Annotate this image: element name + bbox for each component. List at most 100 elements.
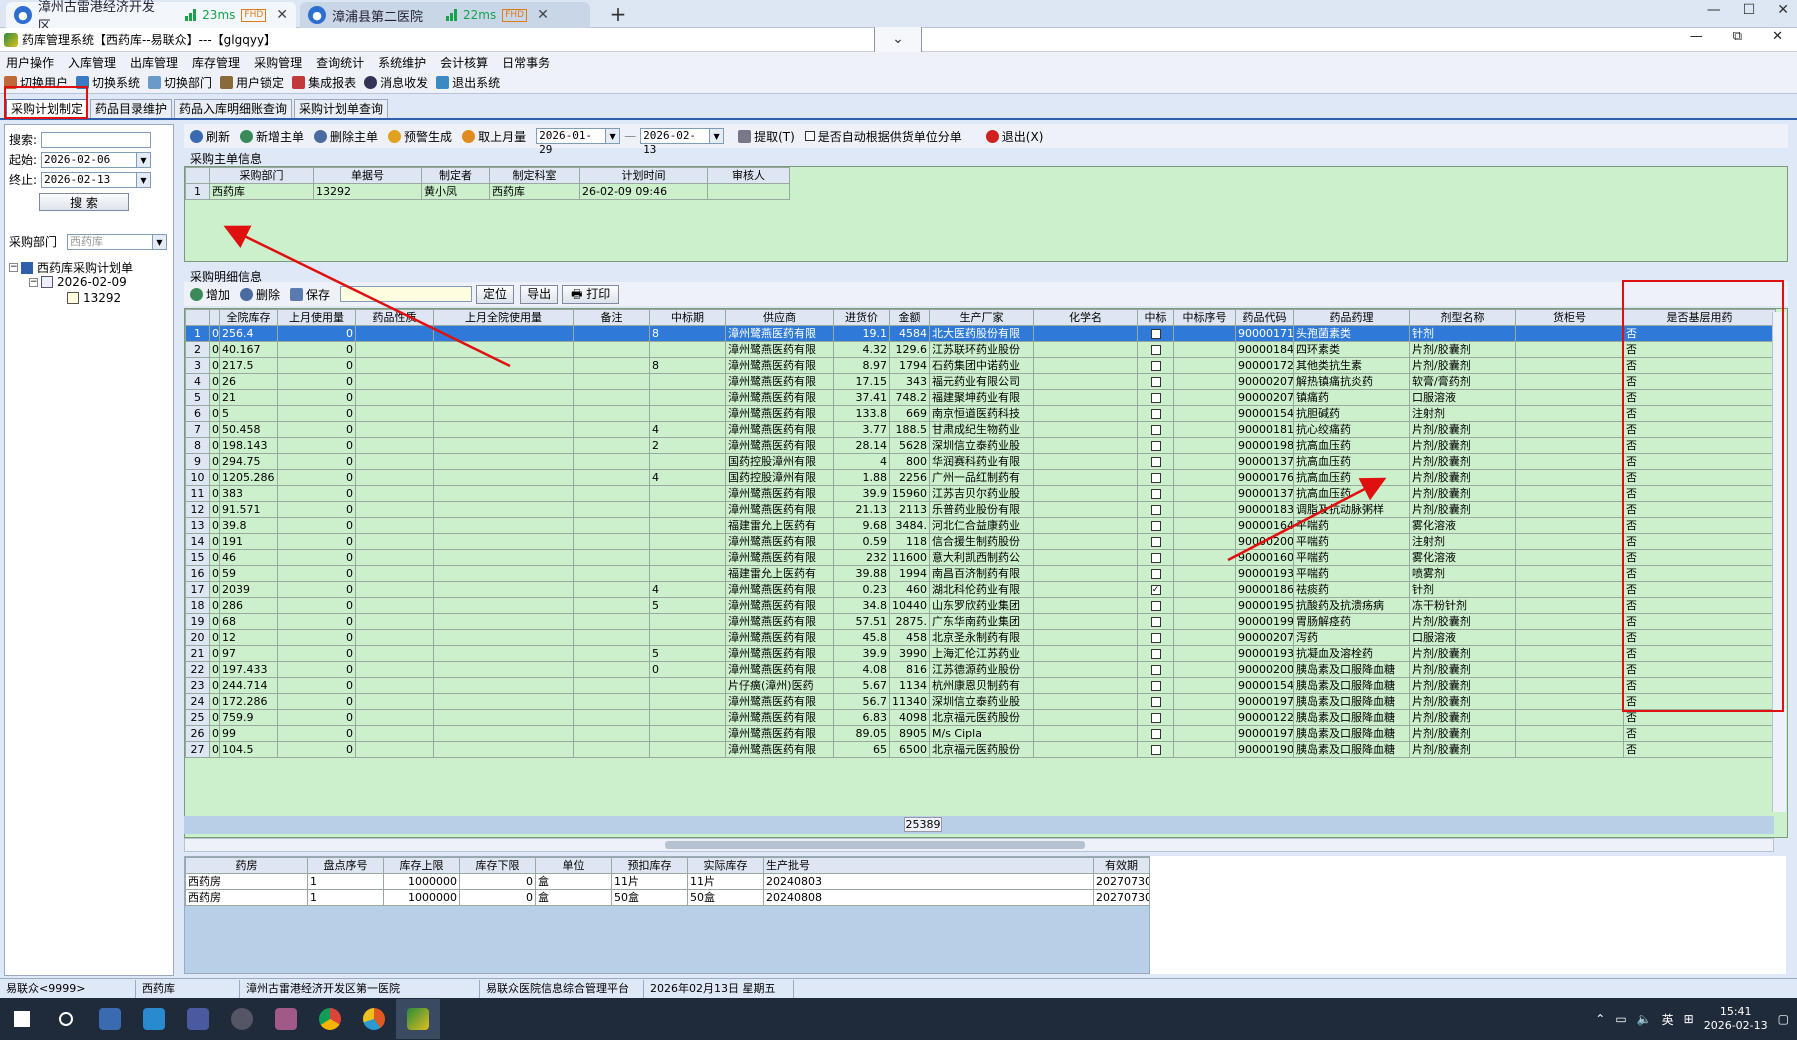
cell[interactable]: 漳州鹭燕医药有限 — [725, 421, 834, 438]
cell[interactable] — [573, 453, 650, 470]
cell[interactable] — [573, 741, 650, 758]
bid-checkbox-cell[interactable] — [1137, 501, 1174, 518]
checkbox-icon[interactable] — [1150, 441, 1161, 451]
cell[interactable]: 0 — [277, 373, 356, 390]
cell[interactable]: 0 — [209, 533, 220, 550]
cell[interactable]: 南昌百济制药有限 — [929, 565, 1034, 582]
cell[interactable]: 90000154 — [1235, 677, 1294, 694]
bid-checkbox-cell[interactable] — [1137, 437, 1174, 454]
cell[interactable]: 1794 — [889, 357, 930, 374]
cell[interactable] — [1173, 501, 1236, 518]
cell[interactable]: 乐普药业股份有限 — [929, 501, 1034, 518]
cell[interactable] — [1173, 741, 1236, 758]
cell[interactable]: 软膏/膏药剂 — [1409, 373, 1516, 390]
cell[interactable] — [1173, 325, 1236, 342]
calendar-dropdown-icon[interactable]: ▼ — [137, 151, 151, 168]
cell[interactable] — [433, 357, 574, 374]
cell[interactable] — [355, 485, 434, 502]
cell[interactable]: 盒 — [535, 873, 612, 890]
cell[interactable] — [355, 405, 434, 422]
cell[interactable]: 漳州鹭燕医药有限 — [725, 741, 834, 758]
checkbox-icon[interactable]: ✓ — [1150, 585, 1161, 595]
cell[interactable]: 0 — [277, 485, 356, 502]
cell[interactable] — [649, 405, 726, 422]
cell[interactable] — [1033, 533, 1138, 550]
ime-lang[interactable]: 英 — [1662, 1011, 1674, 1028]
cell[interactable] — [1173, 549, 1236, 566]
checkbox-icon[interactable] — [1150, 617, 1161, 627]
cell[interactable]: 盒 — [535, 889, 612, 906]
cell[interactable]: 50盒 — [687, 889, 764, 906]
cell[interactable]: 上海汇伦江苏药业 — [929, 645, 1034, 662]
cell[interactable]: 90000207 — [1235, 629, 1294, 646]
delete-master-button[interactable]: 删除主单 — [314, 128, 378, 145]
cell[interactable] — [1515, 741, 1624, 758]
cell[interactable]: 漳州鹭燕医药有限 — [725, 405, 834, 422]
search-icon[interactable] — [44, 999, 88, 1039]
cell[interactable] — [1515, 645, 1624, 662]
cell[interactable] — [1033, 725, 1138, 742]
cell[interactable] — [355, 741, 434, 758]
cell[interactable] — [1515, 453, 1624, 470]
cell[interactable]: 383 — [219, 485, 278, 502]
cell[interactable]: 国药控股漳州有限 — [725, 453, 834, 470]
cell[interactable] — [1173, 437, 1236, 454]
cell[interactable]: 90000137 — [1235, 453, 1294, 470]
bid-checkbox-cell[interactable] — [1137, 453, 1174, 470]
cell[interactable]: 0 — [209, 565, 220, 582]
bid-checkbox-cell[interactable] — [1137, 661, 1174, 678]
cell[interactable]: 口服溶液 — [1409, 389, 1516, 406]
chevron-down-icon[interactable]: ▼ — [153, 233, 167, 250]
cell[interactable] — [649, 549, 726, 566]
messages-button[interactable]: 消息收发 — [364, 74, 428, 91]
cell[interactable] — [433, 389, 574, 406]
cell[interactable] — [355, 533, 434, 550]
cell[interactable]: 0 — [277, 405, 356, 422]
cell[interactable]: 0 — [209, 629, 220, 646]
cell[interactable] — [433, 629, 574, 646]
col-header[interactable]: 进货价 — [833, 309, 890, 326]
tab-plan-query[interactable]: 采购计划单查询 — [294, 99, 389, 118]
cell[interactable]: 抗凝血及溶栓药 — [1293, 645, 1410, 662]
date-to-input[interactable]: 2026-02-13 — [640, 128, 711, 156]
extract-button[interactable]: 提取(T) — [738, 128, 795, 145]
cell[interactable] — [1515, 613, 1624, 630]
col-header[interactable]: 生产批号 — [763, 857, 1094, 874]
checkbox-icon[interactable] — [1150, 345, 1161, 355]
cell[interactable]: 90000200 — [1235, 533, 1294, 550]
cell[interactable] — [649, 453, 726, 470]
cell[interactable]: 口服溶液 — [1409, 629, 1516, 646]
cell[interactable]: 福建聚坤药业有限 — [929, 389, 1034, 406]
col-header[interactable]: 药房 — [185, 857, 308, 874]
bid-checkbox-cell[interactable] — [1137, 645, 1174, 662]
cell[interactable]: 0 — [277, 357, 356, 374]
cell[interactable] — [1173, 341, 1236, 358]
table-row[interactable]: 3 0 217.5 0 8 漳州鹭燕医药有限 8.97 1794 石药集团中诺药业 9000017… — [185, 357, 1776, 374]
cell[interactable]: 0 — [277, 341, 356, 358]
cell[interactable] — [355, 581, 434, 598]
cell[interactable] — [1033, 677, 1138, 694]
cell[interactable] — [1033, 741, 1138, 758]
cell[interactable] — [433, 661, 574, 678]
cell[interactable]: 20270730 — [1093, 889, 1150, 906]
cell[interactable] — [573, 325, 650, 342]
user-app-icon[interactable] — [176, 999, 220, 1039]
checkbox-icon[interactable] — [1150, 473, 1161, 483]
cell[interactable]: 0 — [277, 581, 356, 598]
cell[interactable]: 祛痰药 — [1293, 581, 1410, 598]
cell[interactable]: 39.9 — [833, 645, 890, 662]
table-row[interactable]: 18 0 286 0 5 漳州鹭燕医药有限 34.8 10440 山东罗欣药业集团 9000019… — [185, 597, 1776, 614]
bid-checkbox-cell[interactable]: ✓ — [1137, 581, 1174, 598]
cell[interactable]: 669 — [889, 405, 930, 422]
cell[interactable]: 232 — [833, 549, 890, 566]
cell[interactable]: 8 — [649, 357, 726, 374]
cell[interactable]: 0 — [209, 421, 220, 438]
cell[interactable] — [355, 373, 434, 390]
cell[interactable]: 否 — [1623, 725, 1776, 742]
cell[interactable] — [355, 725, 434, 742]
cell[interactable] — [649, 533, 726, 550]
cell[interactable] — [649, 629, 726, 646]
cell[interactable]: 5 — [649, 597, 726, 614]
table-row[interactable]: 19 0 68 0 漳州鹭燕医药有限 57.51 2875. 广东华南药业集团 90000199… — [185, 613, 1776, 630]
cell[interactable]: 否 — [1623, 741, 1776, 758]
